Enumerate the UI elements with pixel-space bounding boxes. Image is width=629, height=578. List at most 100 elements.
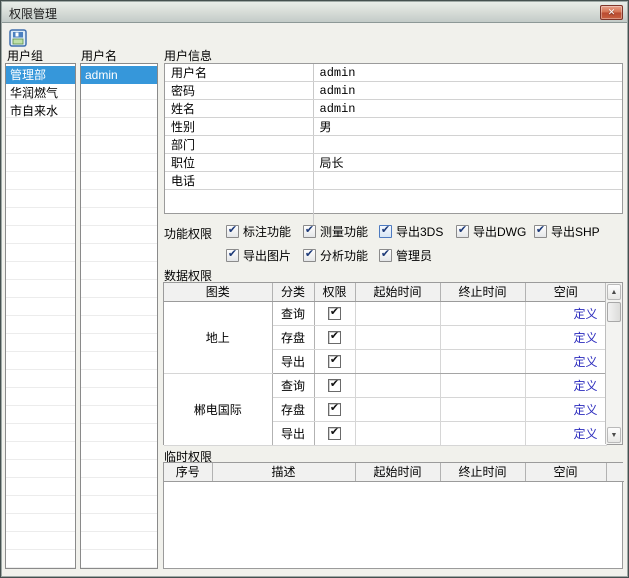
field-name: 性别: [165, 118, 313, 136]
checkbox-label: 标注功能: [243, 223, 291, 240]
start-time-cell[interactable]: [355, 325, 440, 349]
titlebar[interactable]: 权限管理 ✕: [2, 2, 627, 23]
space-cell: 定义: [525, 349, 606, 373]
define-link[interactable]: 定义: [573, 379, 597, 393]
user-groups-list: 管理部 华润燃气 市自来水: [5, 63, 76, 569]
checkbox-label: 管理员: [396, 247, 432, 264]
checkbox-item[interactable]: ✔ 标注功能: [226, 223, 291, 239]
column-header: 空间: [525, 283, 606, 301]
table-row: 姓名admin: [165, 100, 622, 118]
start-time-cell[interactable]: [355, 421, 440, 445]
column-header: 权限: [314, 283, 355, 301]
start-time-cell[interactable]: [355, 397, 440, 421]
scroll-up-icon: ▲: [611, 289, 618, 296]
checkbox-item[interactable]: ✔测量功能: [303, 223, 368, 239]
category-cell: 存盘: [272, 397, 314, 421]
end-time-cell[interactable]: [440, 301, 525, 325]
end-time-cell[interactable]: [440, 373, 525, 397]
group-name-cell: 郴电国际: [164, 373, 272, 445]
vertical-scrollbar[interactable]: ▲ ▼: [605, 283, 622, 444]
save-button[interactable]: [8, 28, 27, 47]
checkbox-checked-icon: ✔: [379, 225, 392, 238]
define-link[interactable]: 定义: [573, 355, 597, 369]
list-item-user-group[interactable]: 华润燃气: [6, 84, 75, 102]
field-name: 部门: [165, 136, 313, 154]
user-info-table: 用户名admin 密码admin 姓名admin 性别男 部门 职位局长 电话: [164, 63, 623, 214]
define-link[interactable]: 定义: [573, 427, 597, 441]
end-time-cell[interactable]: [440, 421, 525, 445]
checkbox-item[interactable]: ✔ 导出3DS: [379, 223, 443, 239]
permission-cell: ✔: [314, 325, 355, 349]
field-name: 用户名: [165, 64, 313, 82]
group-name-cell: 地上: [164, 301, 272, 373]
table-row: 性别男: [165, 118, 622, 136]
field-value[interactable]: admin: [313, 64, 622, 82]
checkbox-checked-icon: ✔: [226, 225, 239, 238]
define-link[interactable]: 定义: [573, 307, 597, 321]
start-time-cell[interactable]: [355, 301, 440, 325]
field-value[interactable]: [313, 136, 622, 154]
checkbox-checked-icon: ✔: [456, 225, 469, 238]
checkbox-item[interactable]: ✔导出图片: [226, 247, 291, 263]
scroll-down-button[interactable]: ▼: [607, 427, 621, 443]
table-row: 郴电国际 查询 ✔ 定义: [164, 373, 606, 397]
field-value[interactable]: admin: [313, 82, 622, 100]
checkbox-label: 导出SHP: [551, 223, 600, 240]
grid-header-row: 图类 分类 权限 起始时间 终止时间 空间: [164, 283, 606, 301]
column-header: 描述: [212, 463, 355, 481]
save-icon: [9, 29, 27, 47]
field-value[interactable]: 男: [313, 118, 622, 136]
permission-checkbox[interactable]: ✔: [328, 379, 341, 392]
column-header: 终止时间: [440, 463, 525, 481]
checkbox-item[interactable]: ✔导出SHP: [534, 223, 600, 239]
permission-cell: ✔: [314, 301, 355, 325]
permission-checkbox[interactable]: ✔: [328, 427, 341, 440]
checkbox-item[interactable]: ✔管理员: [379, 247, 432, 263]
define-link[interactable]: 定义: [573, 331, 597, 345]
checkbox-item[interactable]: ✔分析功能: [303, 247, 368, 263]
category-cell: 查询: [272, 373, 314, 397]
permission-cell: ✔: [314, 349, 355, 373]
user-names-label: 用户名: [81, 47, 117, 64]
checkbox-label: 导出DWG: [473, 223, 526, 240]
checkbox-item[interactable]: ✔ 导出DWG: [456, 223, 526, 239]
window-title: 权限管理: [9, 5, 57, 22]
space-cell: 定义: [525, 301, 606, 325]
scrollbar-thumb[interactable]: [607, 302, 621, 322]
list-item-user-name[interactable]: admin: [81, 66, 157, 84]
list-item-user-group[interactable]: 市自来水: [6, 102, 75, 120]
field-value[interactable]: [313, 172, 622, 190]
close-icon: ✕: [608, 8, 616, 17]
field-value[interactable]: admin: [313, 100, 622, 118]
temp-permissions-grid: 序号 描述 起始时间 终止时间 空间: [163, 462, 623, 569]
permission-checkbox[interactable]: ✔: [328, 307, 341, 320]
scroll-up-button[interactable]: ▲: [607, 284, 621, 300]
column-header-stub: [606, 463, 624, 481]
end-time-cell[interactable]: [440, 397, 525, 421]
checkbox-checked-icon: ✔: [303, 249, 316, 262]
data-permissions-grid: 图类 分类 权限 起始时间 终止时间 空间 地上 查询 ✔ 定义: [163, 282, 623, 445]
permission-checkbox[interactable]: ✔: [328, 331, 341, 344]
checkbox-checked-icon: ✔: [303, 225, 316, 238]
column-header: 图类: [164, 283, 272, 301]
start-time-cell[interactable]: [355, 373, 440, 397]
permission-cell: ✔: [314, 421, 355, 445]
space-cell: 定义: [525, 373, 606, 397]
end-time-cell[interactable]: [440, 349, 525, 373]
checkbox-label: 导出3DS: [396, 223, 443, 240]
close-button[interactable]: ✕: [600, 5, 623, 20]
field-name: 姓名: [165, 100, 313, 118]
category-cell: 导出: [272, 349, 314, 373]
define-link[interactable]: 定义: [573, 403, 597, 417]
field-value[interactable]: 局长: [313, 154, 622, 172]
table-row: 电话: [165, 172, 622, 190]
list-item-user-group[interactable]: 管理部: [6, 66, 75, 84]
permission-checkbox[interactable]: ✔: [328, 355, 341, 368]
checkbox-checked-icon: ✔: [226, 249, 239, 262]
end-time-cell[interactable]: [440, 325, 525, 349]
column-header: 空间: [525, 463, 606, 481]
table-row: [165, 190, 622, 227]
scroll-down-icon: ▼: [611, 432, 618, 439]
start-time-cell[interactable]: [355, 349, 440, 373]
permission-checkbox[interactable]: ✔: [328, 403, 341, 416]
